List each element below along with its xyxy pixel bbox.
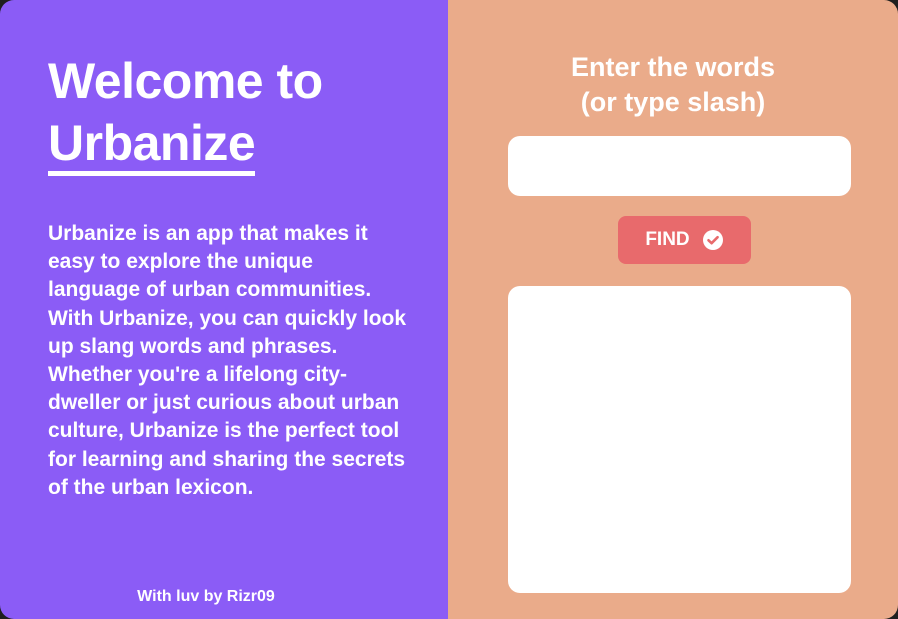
find-button-label: FIND <box>645 229 690 250</box>
intro-panel: Welcome to Urbanize Urbanize is an app t… <box>0 0 448 619</box>
prompt-line-2: (or type slash) <box>580 87 766 117</box>
app-description: Urbanize is an app that makes it easy to… <box>48 222 407 499</box>
word-search-input[interactable] <box>508 136 851 196</box>
search-panel: Enter the words (or type slash) FIND <box>448 0 898 619</box>
prompt-line-1: Enter the words <box>570 52 776 82</box>
check-circle-icon <box>702 229 724 251</box>
search-prompt: Enter the words (or type slash) <box>448 50 898 120</box>
page-title: Welcome to Urbanize <box>48 50 323 176</box>
title-prefix: Welcome to <box>48 53 323 109</box>
brand-name: Urbanize <box>48 117 256 176</box>
find-button[interactable]: FIND <box>618 216 751 264</box>
results-box <box>508 286 851 593</box>
footer-credit: With luv by Rizr09 <box>137 588 275 605</box>
app-window: Welcome to Urbanize Urbanize is an app t… <box>0 0 898 619</box>
